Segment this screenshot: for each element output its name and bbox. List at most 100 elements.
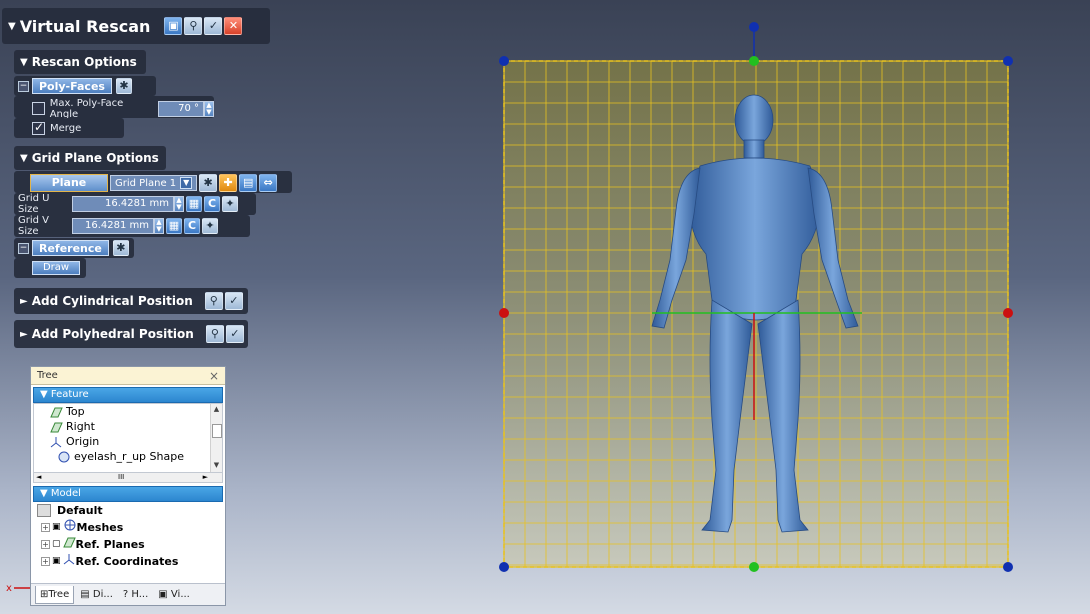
checkmark-icon[interactable]: ✓: [225, 325, 244, 343]
star-icon[interactable]: ✱: [199, 174, 218, 192]
list-item[interactable]: + ▣ Meshes: [33, 519, 223, 536]
add-cylindrical-header[interactable]: ► Add Cylindrical Position ⚲ ✓: [14, 288, 248, 314]
tree-tab-bar: ⊞Tree ▤ Di... ? H... ▣ Vi...: [31, 583, 225, 605]
list-item[interactable]: + ▢ Ref. Planes: [33, 536, 223, 553]
list-item[interactable]: eyelash_r_up Shape: [34, 449, 222, 464]
close-icon[interactable]: ×: [209, 369, 219, 383]
list-item[interactable]: Default: [33, 502, 223, 519]
view-tab-icon: ▣: [158, 588, 171, 600]
collapse-triangle-icon[interactable]: ▼: [8, 21, 16, 32]
feature-section-header[interactable]: ▼ Feature: [33, 387, 223, 403]
wand-icon[interactable]: ✦: [202, 218, 218, 234]
handle-bottom-left[interactable]: [499, 562, 509, 572]
spinner-arrows-icon[interactable]: ▲ ▼: [154, 218, 164, 234]
rescan-options-header[interactable]: ▼ Rescan Options: [14, 50, 146, 74]
plane-icon: [50, 406, 63, 418]
list-item[interactable]: Top: [34, 404, 222, 419]
feature-item-label: Top: [66, 405, 85, 418]
model-item-label: Ref. Coordinates: [75, 555, 179, 568]
asterisk-icon[interactable]: ✱: [112, 240, 129, 256]
handle-mid-left[interactable]: [499, 308, 509, 318]
list-item[interactable]: Right: [34, 419, 222, 434]
magnifier-icon[interactable]: ⚲: [184, 17, 203, 35]
draw-row: Draw: [14, 258, 86, 278]
spinner-arrows-icon[interactable]: ▲ ▼: [174, 196, 184, 212]
model-list: Default + ▣ Meshes + ▢ Ref. Planes + ▣ R…: [33, 502, 223, 576]
max-angle-value[interactable]: 70 °: [158, 100, 204, 117]
calculator-icon[interactable]: ▦: [186, 196, 202, 212]
model-section-header[interactable]: ▼ Model: [33, 486, 223, 502]
expand-triangle-icon: ▼: [20, 56, 28, 68]
vertical-scrollbar[interactable]: ▲ ▼: [210, 404, 222, 472]
tab-display[interactable]: ▤ Di...: [76, 586, 117, 604]
expand-icon[interactable]: +: [41, 557, 50, 566]
handle-top[interactable]: [749, 22, 759, 32]
grid-plane-options-header[interactable]: ▼ Grid Plane Options: [14, 146, 166, 170]
grid-v-value[interactable]: 16.4281 mm: [72, 218, 154, 234]
handle-mid-right[interactable]: [1003, 308, 1013, 318]
plane-select[interactable]: Grid Plane 1 ▼: [110, 175, 198, 191]
scroll-up-icon[interactable]: ▲: [211, 405, 222, 415]
visibility-icon[interactable]: ▣: [52, 553, 61, 570]
reference-chip[interactable]: Reference: [32, 240, 109, 256]
refresh-icon[interactable]: C: [184, 218, 200, 234]
handle-bottom-mid[interactable]: [749, 562, 759, 572]
camera-icon[interactable]: ▣: [164, 17, 183, 35]
grid-u-value[interactable]: 16.4281 mm: [72, 196, 174, 212]
display-tab-icon: ▤: [80, 588, 93, 600]
scroll-left-icon[interactable]: ◄: [36, 473, 41, 481]
checkmark-icon[interactable]: ✓: [224, 292, 243, 310]
handle-top-left[interactable]: [499, 56, 509, 66]
draw-button[interactable]: Draw: [32, 261, 80, 275]
flip-icon[interactable]: ⇔: [259, 174, 278, 192]
list-item[interactable]: Origin: [34, 434, 222, 449]
collapse-box-icon[interactable]: −: [18, 242, 29, 254]
dropdown-arrow-icon: ▼: [180, 177, 193, 189]
model-item-label: Meshes: [76, 521, 124, 534]
add-polyhedral-header[interactable]: ► Add Polyhedral Position ⚲ ✓: [14, 320, 248, 348]
add-cylindrical-title: Add Cylindrical Position: [31, 294, 193, 308]
expand-icon[interactable]: +: [41, 523, 50, 532]
wand-icon[interactable]: ✦: [222, 196, 238, 212]
handle-top-mid[interactable]: [749, 56, 759, 66]
feature-item-label: Right: [66, 420, 95, 433]
merge-checkbox[interactable]: [32, 120, 45, 135]
tab-view[interactable]: ▣ Vi...: [154, 586, 194, 604]
collapse-box-icon[interactable]: −: [18, 80, 29, 92]
default-icon: [37, 504, 51, 517]
checkmark-icon[interactable]: ✓: [204, 17, 223, 35]
plane-icon: [50, 421, 63, 433]
grid-v-label: Grid V Size: [18, 215, 50, 237]
close-icon[interactable]: ✕: [224, 17, 243, 35]
magnifier-icon[interactable]: ⚲: [205, 325, 224, 343]
visibility-icon[interactable]: ▢: [52, 536, 61, 553]
triad-x-label: x: [6, 583, 12, 594]
add-icon[interactable]: ✚: [219, 174, 238, 192]
handle-top-right[interactable]: [1003, 56, 1013, 66]
scroll-down-icon[interactable]: ▼: [211, 461, 222, 471]
model-default-label: Default: [57, 504, 103, 517]
plane-button[interactable]: Plane: [30, 174, 108, 192]
spinner-arrows-icon[interactable]: ▲ ▼: [204, 100, 214, 117]
magnifier-icon[interactable]: ⚲: [204, 292, 223, 310]
poly-faces-chip[interactable]: Poly-Faces: [32, 78, 112, 94]
tree-titlebar[interactable]: Tree ×: [31, 367, 225, 385]
calculator-icon[interactable]: ▦: [166, 218, 182, 234]
add-polyhedral-title: Add Polyhedral Position: [31, 327, 194, 341]
plane-icon: [62, 536, 76, 553]
save-icon[interactable]: ▤: [239, 174, 258, 192]
handle-bottom-right[interactable]: [1003, 562, 1013, 572]
list-item[interactable]: + ▣ Ref. Coordinates: [33, 553, 223, 570]
tab-help[interactable]: ? H...: [119, 586, 152, 604]
tab-tree[interactable]: ⊞Tree: [35, 585, 75, 604]
scroll-thumb[interactable]: III: [118, 473, 124, 481]
shape-icon: [58, 451, 71, 463]
expand-icon[interactable]: +: [41, 540, 50, 549]
scroll-right-icon[interactable]: ►: [203, 473, 208, 481]
max-angle-checkbox[interactable]: [32, 102, 45, 115]
visibility-icon[interactable]: ▣: [52, 519, 61, 536]
refresh-icon[interactable]: C: [204, 196, 220, 212]
scroll-thumb[interactable]: [212, 424, 222, 438]
asterisk-icon[interactable]: ✱: [115, 78, 132, 94]
horizontal-scrollbar[interactable]: ◄ III ►: [33, 473, 223, 483]
